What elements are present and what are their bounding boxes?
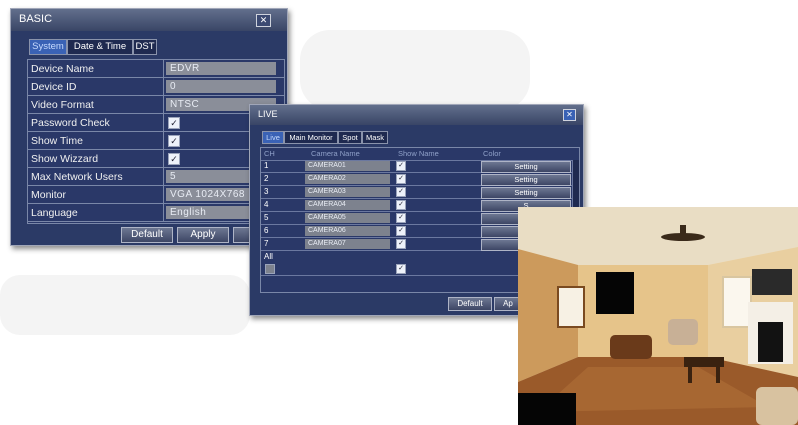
- tab-date-time[interactable]: Date & Time: [67, 39, 133, 55]
- label-cell: Device ID: [28, 78, 164, 96]
- monitor-label: Monitor: [31, 189, 67, 201]
- channel-number: 4: [264, 200, 269, 209]
- table-row: 3 CAMERA03 ✓ Setting: [261, 186, 579, 199]
- tab-live[interactable]: Live: [262, 131, 284, 144]
- tab-main-monitor[interactable]: Main Monitor: [284, 131, 338, 144]
- video-format-label: Video Format: [31, 99, 94, 111]
- tab-system[interactable]: System: [29, 39, 67, 55]
- all-label: All: [264, 252, 273, 261]
- row-show-time: Show Time ✓: [28, 132, 284, 150]
- row-device-id: Device ID 0: [28, 78, 284, 96]
- show-name-checkbox[interactable]: ✓: [396, 226, 406, 236]
- show-name-checkbox[interactable]: ✓: [396, 161, 406, 171]
- header-show-name: Show Name: [398, 149, 439, 158]
- header-camera-name: Camera Name: [311, 149, 360, 158]
- label-cell: Video Format: [28, 96, 164, 114]
- close-icon[interactable]: ✕: [563, 109, 576, 121]
- live-tabs: Live Main Monitor Spot Mask: [262, 131, 462, 145]
- channel-number: 1: [264, 161, 269, 170]
- channel-number: 6: [264, 226, 269, 235]
- label-cell: Device Name: [28, 60, 164, 78]
- all-camera-name-input[interactable]: [305, 264, 388, 274]
- show-wizzard-label: Show Wizzard: [31, 153, 99, 165]
- all-select-checkbox[interactable]: [265, 264, 275, 274]
- row-device-name: Device Name EDVR: [28, 60, 284, 78]
- basic-titlebar: BASIC ✕: [11, 9, 287, 31]
- basic-dialog: BASIC ✕ System Date & Time DST Device Na…: [10, 8, 288, 246]
- value-cell: EDVR: [164, 60, 284, 78]
- camera-name-input[interactable]: CAMERA04: [305, 200, 390, 210]
- camera-name-input[interactable]: CAMERA01: [305, 161, 390, 171]
- tab-spot[interactable]: Spot: [338, 131, 362, 144]
- row-language: Language English: [28, 204, 284, 222]
- show-time-checkbox[interactable]: ✓: [168, 135, 180, 147]
- channel-number: 5: [264, 213, 269, 222]
- channel-number: 7: [264, 239, 269, 248]
- row-video-format: Video Format NTSC: [28, 96, 284, 114]
- default-button[interactable]: Default: [121, 227, 173, 243]
- device-id-label: Device ID: [31, 81, 77, 93]
- password-check-label: Password Check: [31, 117, 110, 129]
- label-cell: Password Check: [28, 114, 164, 132]
- label-cell: Show Time: [28, 132, 164, 150]
- label-cell: Max Network Users: [28, 168, 164, 186]
- color-setting-button[interactable]: Setting: [481, 187, 571, 199]
- tab-mask[interactable]: Mask: [362, 131, 388, 144]
- living-room-image: [518, 207, 798, 425]
- camera-name-input[interactable]: CAMERA06: [305, 226, 390, 236]
- channel-number: 3: [264, 187, 269, 196]
- header-ch: CH: [264, 149, 275, 158]
- color-setting-button[interactable]: Setting: [481, 161, 571, 173]
- header-color: Color: [483, 149, 501, 158]
- max-network-users-label: Max Network Users: [31, 171, 123, 183]
- show-name-checkbox[interactable]: ✓: [396, 200, 406, 210]
- value-cell: 0: [164, 78, 284, 96]
- all-show-name-checkbox[interactable]: ✓: [396, 264, 406, 274]
- camera-name-input[interactable]: CAMERA07: [305, 239, 390, 249]
- living-room-illustration: [518, 207, 798, 425]
- basic-settings-table: Device Name EDVR Device ID 0 Video Forma…: [27, 59, 285, 224]
- row-monitor: Monitor VGA 1024X768: [28, 186, 284, 204]
- show-name-checkbox[interactable]: ✓: [396, 187, 406, 197]
- camera-name-input[interactable]: CAMERA03: [305, 187, 390, 197]
- background-shape: [0, 275, 250, 335]
- live-titlebar: LIVE ✕: [250, 105, 583, 125]
- close-icon[interactable]: ✕: [256, 14, 271, 27]
- row-password-check: Password Check ✓: [28, 114, 284, 132]
- background-shape: [300, 30, 530, 110]
- show-name-checkbox[interactable]: ✓: [396, 239, 406, 249]
- table-row: 2 CAMERA02 ✓ Setting: [261, 173, 579, 186]
- row-show-wizzard: Show Wizzard ✓: [28, 150, 284, 168]
- table-row: 1 CAMERA01 ✓ Setting: [261, 160, 579, 173]
- channel-number: 2: [264, 174, 269, 183]
- live-default-button[interactable]: Default: [448, 297, 492, 311]
- label-cell: Monitor: [28, 186, 164, 204]
- live-title: LIVE: [258, 109, 278, 119]
- camera-name-input[interactable]: CAMERA05: [305, 213, 390, 223]
- apply-button[interactable]: Apply: [177, 227, 229, 243]
- camera-name-input[interactable]: CAMERA02: [305, 174, 390, 184]
- language-label: Language: [31, 207, 78, 219]
- tab-dst[interactable]: DST: [133, 39, 157, 55]
- device-name-input[interactable]: EDVR: [166, 62, 276, 75]
- basic-title: BASIC: [19, 13, 53, 25]
- show-name-checkbox[interactable]: ✓: [396, 174, 406, 184]
- password-check-checkbox[interactable]: ✓: [168, 117, 180, 129]
- color-setting-button[interactable]: Setting: [481, 174, 571, 186]
- show-name-checkbox[interactable]: ✓: [396, 213, 406, 223]
- device-name-label: Device Name: [31, 63, 95, 75]
- device-id-input[interactable]: 0: [166, 80, 276, 93]
- label-cell: Language: [28, 204, 164, 222]
- show-wizzard-checkbox[interactable]: ✓: [168, 153, 180, 165]
- label-cell: Show Wizzard: [28, 150, 164, 168]
- basic-tabs: System Date & Time DST: [29, 39, 189, 55]
- show-time-label: Show Time: [31, 135, 83, 147]
- row-max-network-users: Max Network Users 5: [28, 168, 284, 186]
